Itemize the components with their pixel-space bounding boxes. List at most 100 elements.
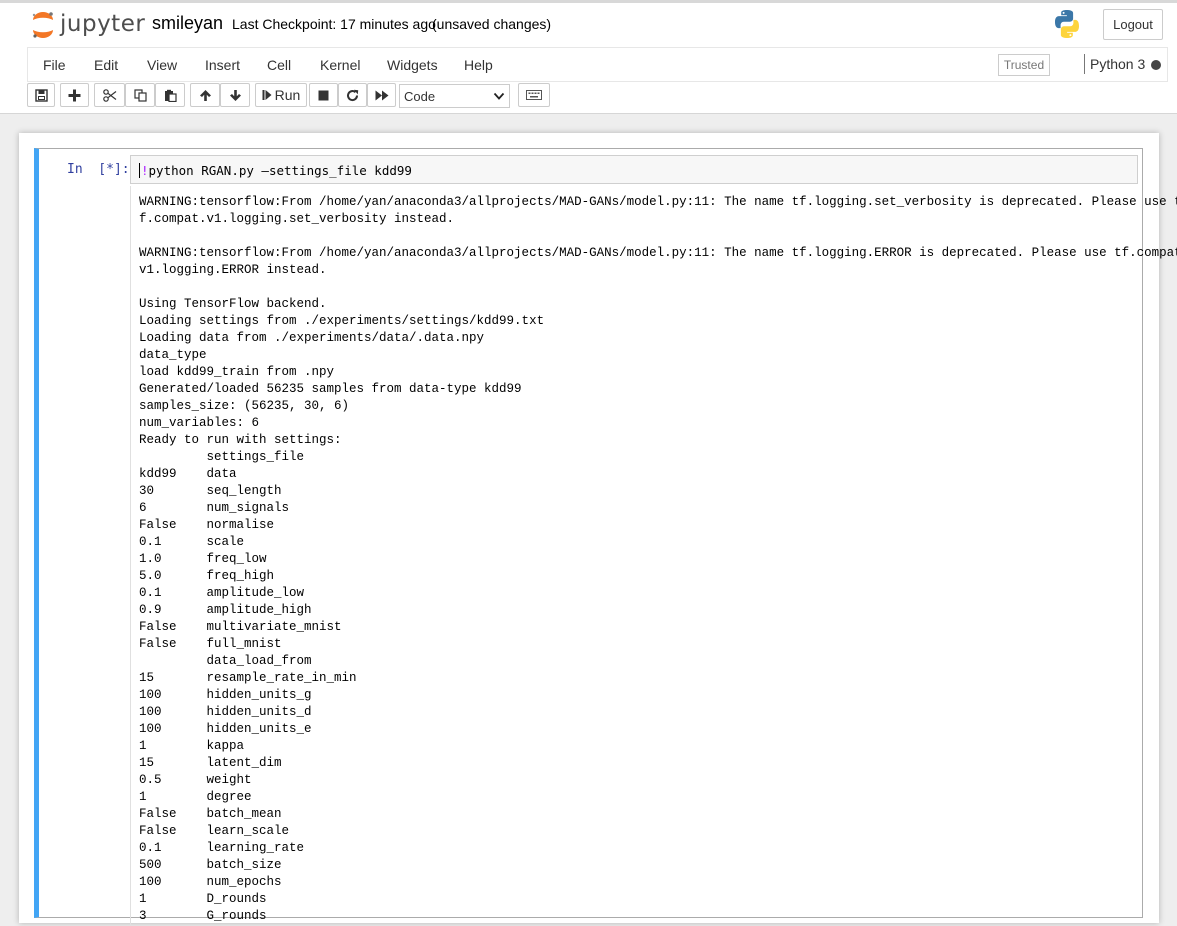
output-line: load kdd99_train from .npy [139, 365, 335, 379]
output-line: WARNING:tensorflow:From /home/yan/anacon… [139, 246, 1177, 260]
save-icon [34, 88, 48, 102]
kernel-name: Python 3 [1090, 56, 1146, 72]
insert-cell-button[interactable] [60, 83, 89, 107]
menu-kernel[interactable]: Kernel [320, 57, 360, 73]
output-line: 100 hidden_units_g [139, 688, 312, 702]
output-text: WARNING:tensorflow:From /home/yan/anacon… [139, 194, 1177, 925]
output-line: False full_mnist [139, 637, 282, 651]
output-line: Loading data from ./experiments/data/.da… [139, 331, 485, 345]
chevron-down-icon [493, 90, 505, 105]
code-command: python RGAN.py —settings_file kdd99 [148, 163, 412, 178]
output-area: WARNING:tensorflow:From /home/yan/anacon… [130, 186, 1177, 926]
move-up-button[interactable] [190, 83, 220, 107]
stop-icon [318, 90, 329, 101]
interrupt-button[interactable] [309, 83, 338, 107]
paste-icon [164, 89, 177, 102]
output-line: 0.1 amplitude_low [139, 586, 305, 600]
plus-icon [68, 89, 81, 102]
output-line: v1.logging.ERROR instead. [139, 263, 327, 277]
kernel-busy-indicator-icon [1151, 60, 1161, 70]
output-line: data_load_from [139, 654, 312, 668]
output-line: num_variables: 6 [139, 416, 260, 430]
jupyter-logo[interactable]: jupyter [30, 9, 145, 39]
code-input[interactable]: !python RGAN.py —settings_file kdd99 [130, 155, 1138, 184]
output-line: 0.5 weight [139, 773, 252, 787]
output-line: 0.9 amplitude_high [139, 603, 312, 617]
restart-run-all-button[interactable] [367, 83, 396, 107]
output-line: settings_file [139, 450, 305, 464]
cut-icon [102, 88, 117, 102]
notebook-name[interactable]: smileyan [152, 13, 223, 34]
output-line: 1 degree [139, 790, 252, 804]
menu-cell[interactable]: Cell [267, 57, 291, 73]
keyboard-icon [526, 90, 542, 100]
output-line: Generated/loaded 56235 samples from data… [139, 382, 522, 396]
output-line: WARNING:tensorflow:From /home/yan/anacon… [139, 195, 1177, 209]
checkpoint-status: Last Checkpoint: 17 minutes ago [232, 16, 436, 32]
move-down-button[interactable] [220, 83, 250, 107]
paste-button[interactable] [155, 83, 185, 107]
output-line: Loading settings from ./experiments/sett… [139, 314, 545, 328]
output-line: data_type [139, 348, 207, 362]
command-palette-button[interactable] [518, 83, 550, 107]
kernel-separator [1084, 54, 1085, 74]
menu-insert[interactable]: Insert [205, 57, 240, 73]
output-line: False batch_mean [139, 807, 282, 821]
menu-widgets[interactable]: Widgets [387, 57, 438, 73]
output-line: 100 hidden_units_d [139, 705, 312, 719]
menu-help[interactable]: Help [464, 57, 493, 73]
menu-edit[interactable]: Edit [94, 57, 118, 73]
arrow-up-icon [199, 89, 212, 102]
output-line: kdd99 data [139, 467, 237, 481]
menu-file[interactable]: File [43, 57, 66, 73]
output-line: 100 hidden_units_e [139, 722, 312, 736]
menubar: File Edit View Insert Cell Kernel Widget… [27, 47, 1168, 82]
output-line: 0.1 learning_rate [139, 841, 305, 855]
code-text: !python RGAN.py —settings_file kdd99 [139, 163, 412, 178]
output-line: 6 num_signals [139, 501, 290, 515]
menu-view[interactable]: View [147, 57, 177, 73]
output-line: 15 resample_rate_in_min [139, 671, 357, 685]
save-button[interactable] [27, 83, 55, 107]
autosave-status: (unsaved changes) [432, 16, 552, 32]
fast-forward-icon [375, 90, 389, 101]
run-button[interactable]: Run [255, 83, 307, 107]
output-line: 30 seq_length [139, 484, 282, 498]
copy-icon [133, 88, 147, 102]
output-line: 100 num_epochs [139, 875, 282, 889]
output-line: False multivariate_mnist [139, 620, 342, 634]
cut-button[interactable] [94, 83, 125, 107]
output-line: False normalise [139, 518, 275, 532]
copy-button[interactable] [125, 83, 155, 107]
output-line: 0.1 scale [139, 535, 245, 549]
output-line: 1 D_rounds [139, 892, 267, 906]
input-prompt: In [*]: [67, 162, 130, 177]
python-logo-icon [1052, 9, 1082, 39]
output-line: f.compat.v1.logging.set_verbosity instea… [139, 212, 455, 226]
notebook-container: In [*]: !python RGAN.py —settings_file k… [19, 133, 1177, 926]
code-cell[interactable]: In [*]: !python RGAN.py —settings_file k… [34, 148, 1177, 926]
output-line: Ready to run with settings: [139, 433, 342, 447]
output-line: 1.0 freq_low [139, 552, 267, 566]
jupyter-logo-text: jupyter [60, 11, 146, 37]
output-line: 500 batch_size [139, 858, 282, 872]
cell-type-value: Code [404, 88, 436, 104]
output-line: Using TensorFlow backend. [139, 297, 327, 311]
output-line: samples_size: (56235, 30, 6) [139, 399, 350, 413]
logout-button[interactable]: Logout [1103, 9, 1163, 40]
arrow-down-icon [229, 89, 242, 102]
code-bang: ! [141, 163, 149, 178]
restart-button[interactable] [338, 83, 367, 107]
restart-icon [346, 89, 359, 102]
cell-type-select[interactable]: Code [399, 84, 510, 108]
output-line: 3 G_rounds [139, 909, 267, 923]
step-forward-icon [262, 89, 272, 101]
output-line: 5.0 freq_high [139, 569, 275, 583]
output-line: False learn_scale [139, 824, 290, 838]
run-label: Run [274, 87, 301, 103]
jupyter-logo-icon [30, 11, 56, 38]
trusted-indicator[interactable]: Trusted [998, 54, 1050, 76]
output-line: 1 kappa [139, 739, 245, 753]
